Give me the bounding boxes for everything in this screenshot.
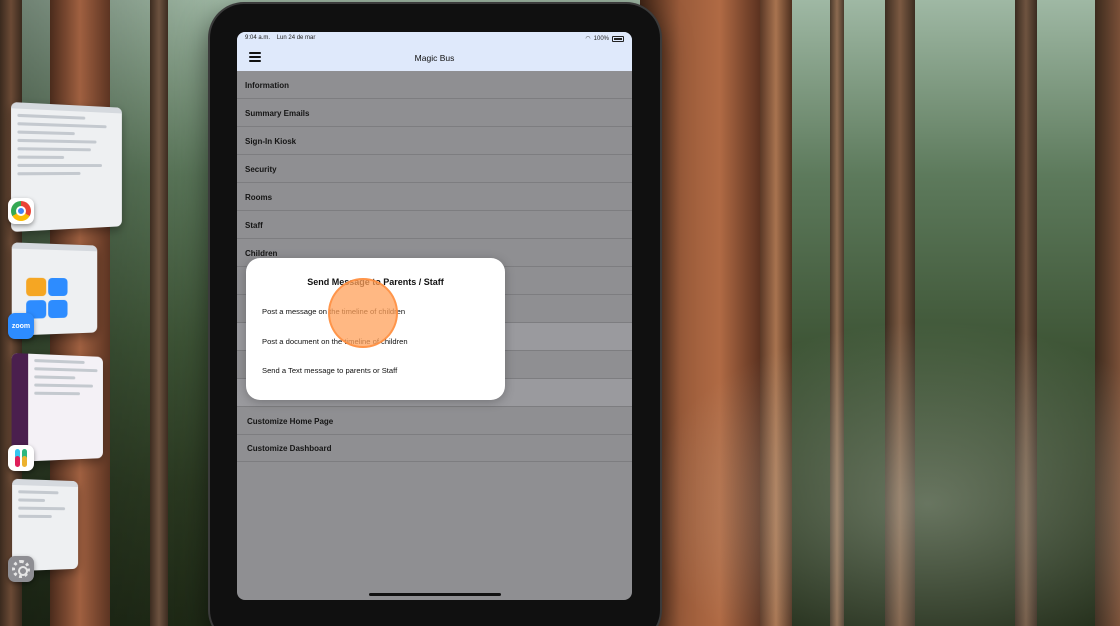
menu-item-summary-emails[interactable]: Summary Emails xyxy=(237,99,632,127)
zoom-icon-label: zoom xyxy=(11,322,31,330)
menu-item-rooms[interactable]: Rooms xyxy=(237,183,632,211)
menu-item-customize-home-page[interactable]: Customize Home Page xyxy=(237,408,632,435)
battery-icon xyxy=(612,35,624,42)
status-bar: 9:04 a.m. Lun 24 de mar ◠ 100% xyxy=(237,32,632,44)
wifi-icon: ◠ xyxy=(585,36,591,42)
option-post-message-timeline[interactable]: Post a message on the timeline of childr… xyxy=(262,307,405,316)
settings-icon[interactable] xyxy=(8,556,34,582)
navigation-bar: Magic Bus xyxy=(237,44,632,71)
status-time: 9:04 a.m. xyxy=(245,35,271,41)
zoom-icon[interactable]: zoom xyxy=(8,313,34,339)
dialog-title: Send Message to Parents / Staff xyxy=(307,277,444,287)
forest-mist xyxy=(640,320,1120,626)
menu-item-sign-in-kiosk[interactable]: Sign-In Kiosk xyxy=(237,127,632,155)
ipad-screen: 9:04 a.m. Lun 24 de mar ◠ 100% Magic Bus… xyxy=(237,32,632,600)
menu-item-customize-dashboard[interactable]: Customize Dashboard xyxy=(237,435,632,462)
battery-percent: 100% xyxy=(593,35,609,42)
send-message-dialog: Send Message to Parents / Staff Post a m… xyxy=(246,258,505,400)
home-indicator[interactable] xyxy=(369,593,501,596)
chrome-icon[interactable] xyxy=(8,198,34,224)
option-send-text-message[interactable]: Send a Text message to parents or Staff xyxy=(262,366,397,375)
settings-menu-list-bottom: Customize Home Page Customize Dashboard xyxy=(237,408,632,462)
menu-item-staff[interactable]: Staff xyxy=(237,211,632,239)
tree-trunk xyxy=(150,0,168,626)
menu-item-security[interactable]: Security xyxy=(237,155,632,183)
slack-icon[interactable] xyxy=(8,445,34,471)
option-post-document-timeline[interactable]: Post a document on the timeline of child… xyxy=(262,337,408,346)
status-date: Lun 24 de mar xyxy=(276,35,316,41)
menu-item-information[interactable]: Information xyxy=(237,71,632,99)
page-title: Magic Bus xyxy=(414,53,455,63)
ipad-device: 9:04 a.m. Lun 24 de mar ◠ 100% Magic Bus… xyxy=(210,4,660,626)
